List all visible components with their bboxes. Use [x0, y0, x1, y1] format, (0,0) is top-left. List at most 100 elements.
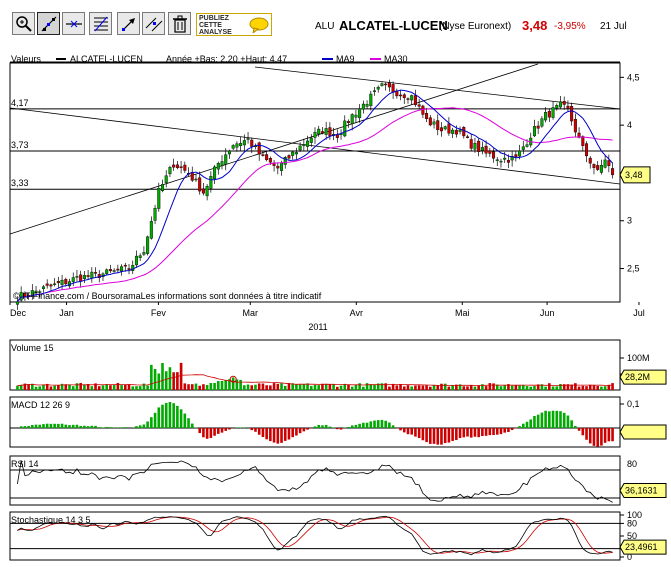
level-label: 3,73: [11, 140, 29, 150]
candle-body: [346, 121, 350, 123]
volume-bar: [358, 383, 361, 390]
stochastic-y-tick-label: 80: [627, 518, 637, 528]
month-label: Mai: [455, 308, 470, 318]
macd-histogram-bar: [473, 428, 477, 437]
macd-histogram-bar: [124, 427, 127, 428]
candle-body: [175, 164, 179, 168]
volume-bar: [231, 377, 235, 390]
month-label: Jun: [540, 308, 555, 318]
macd-histogram-bar: [611, 428, 614, 442]
candle-body: [291, 151, 295, 156]
candle-body: [406, 98, 410, 100]
macd-histogram-bar: [146, 421, 149, 428]
volume-bar: [254, 384, 257, 390]
macd-histogram-bar: [596, 428, 599, 447]
candle-body: [428, 117, 432, 126]
candle-body: [105, 269, 109, 274]
candle-body: [216, 163, 220, 170]
volume-bar: [365, 383, 369, 390]
volume-bar: [466, 386, 469, 390]
candle-body: [369, 93, 373, 107]
candle-body: [268, 158, 272, 163]
candle-body: [473, 143, 477, 150]
volume-bar: [209, 383, 213, 390]
price-legend-title: Valeurs: [11, 54, 41, 64]
candle-body: [465, 136, 470, 138]
macd-histogram-bar: [71, 424, 75, 428]
volume-bar: [38, 386, 42, 390]
macd-histogram-bar: [495, 428, 499, 435]
volume-bar: [436, 385, 440, 390]
candle-body: [503, 157, 507, 160]
volume-bar: [250, 385, 254, 390]
candle-body: [287, 155, 291, 159]
macd-histogram-bar: [384, 420, 387, 428]
candle-body: [447, 123, 451, 134]
volume-bar: [518, 385, 521, 390]
candle-body: [317, 128, 321, 135]
candle-body: [60, 279, 64, 285]
macd-histogram-bar: [488, 428, 492, 436]
candle-body: [570, 106, 574, 122]
volume-bar: [328, 384, 332, 390]
macd-histogram-bar: [429, 428, 432, 444]
last-price-label: 3,48: [625, 170, 643, 180]
volume-bar: [164, 371, 168, 390]
volume-bar: [16, 385, 19, 390]
macd-histogram-bar: [339, 428, 343, 430]
macd-histogram-bar: [388, 422, 391, 428]
volume-bar: [410, 386, 414, 390]
year-range-label: Année +Bas: 2,20 +Haut: 4,47: [166, 54, 287, 64]
candle-body: [373, 90, 377, 92]
volume-bar: [521, 385, 525, 390]
macd-histogram-bar: [68, 425, 71, 428]
volume-bar: [499, 386, 503, 390]
candle-body: [149, 221, 153, 239]
macd-histogram-bar: [585, 428, 588, 440]
candle-body: [86, 275, 90, 277]
macd-histogram-bar: [462, 428, 466, 438]
macd-histogram-bar: [328, 426, 332, 428]
volume-bar: [179, 362, 183, 390]
macd-histogram-bar: [350, 425, 354, 428]
candle-body: [198, 177, 202, 192]
macd-histogram-bar: [481, 428, 484, 437]
macd-histogram-bar: [302, 428, 306, 432]
macd-histogram-bar: [142, 424, 146, 428]
candle-body: [239, 143, 243, 147]
macd-histogram-bar: [551, 410, 555, 428]
macd-histogram-bar: [347, 427, 350, 428]
volume-bar: [469, 385, 473, 390]
volume-bar: [533, 385, 536, 390]
macd-histogram-bar: [157, 407, 161, 428]
volume-bar: [395, 385, 399, 390]
volume-bar: [161, 363, 164, 390]
candle-body: [227, 150, 231, 155]
candle-body: [525, 144, 529, 147]
chart-area: 2,533,544,54,173,733,33ValeursALCATEL-LU…: [9, 54, 667, 562]
volume-bar: [276, 383, 280, 390]
candle-body: [361, 103, 365, 110]
candle-body: [320, 131, 324, 134]
candle-body: [365, 104, 369, 107]
volume-bar: [477, 385, 480, 390]
volume-panel-frame: [9, 339, 621, 391]
volume-bar: [611, 383, 614, 390]
candle-body: [224, 154, 228, 165]
candle-body: [82, 275, 86, 279]
volume-bar: [112, 385, 116, 390]
macd-histogram-bar: [298, 428, 302, 434]
volume-bar: [246, 384, 250, 390]
candle-body: [387, 82, 391, 88]
volume-bar: [440, 383, 443, 390]
rsi-last-value-label: 36,1631: [625, 485, 658, 495]
macd-histogram-bar: [49, 423, 53, 428]
candle-body: [112, 270, 116, 272]
candle-body: [350, 114, 354, 125]
volume-bar: [269, 385, 272, 390]
macd-histogram-bar: [120, 427, 123, 428]
volume-bar: [339, 385, 343, 390]
volume-bar: [362, 386, 365, 390]
volume-bar: [295, 384, 298, 390]
candle-body: [477, 140, 481, 152]
